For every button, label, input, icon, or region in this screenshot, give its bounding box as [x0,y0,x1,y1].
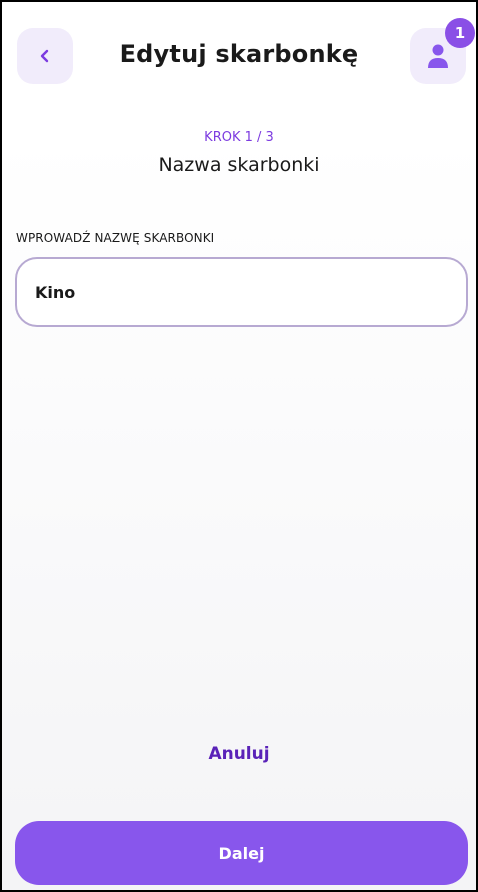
cancel-link[interactable]: Anuluj [2,744,476,764]
next-button[interactable]: Dalej [15,821,468,885]
step-indicator: KROK 1 / 3 [204,130,274,145]
name-input[interactable] [15,257,468,327]
next-button-label: Dalej [218,843,265,863]
name-field-label: WPROWADŹ NAZWĘ SKARBONKI [16,231,215,245]
user-icon [428,44,448,68]
step-title: Nazwa skarbonki [158,154,320,176]
notification-badge: 1 [445,18,475,48]
page-title: Edytuj skarbonkę [119,40,359,68]
screen: Edytuj skarbonkę 1 KROK 1 / 3 Nazwa skar… [0,0,478,892]
